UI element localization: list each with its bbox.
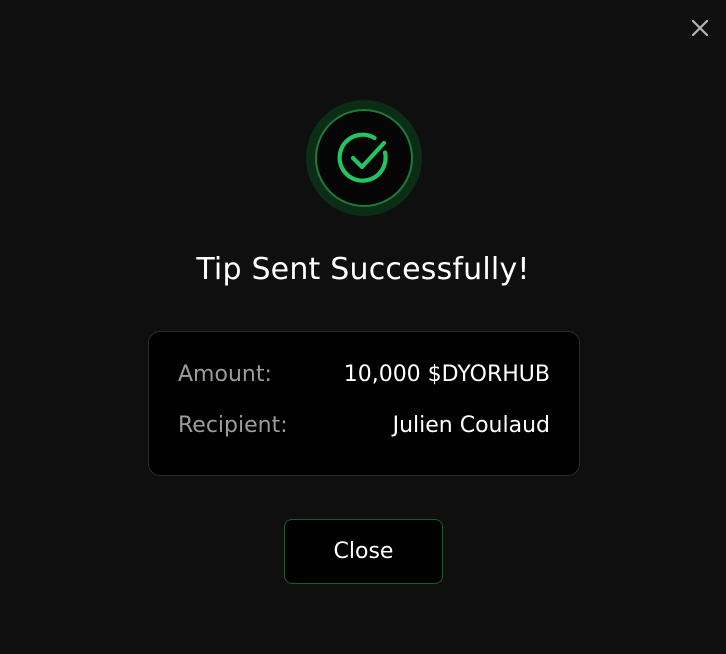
recipient-value: Julien Coulaud: [392, 413, 550, 438]
recipient-row: Recipient: Julien Coulaud: [178, 413, 550, 438]
amount-row: Amount: 10,000 $DYORHUB: [178, 362, 550, 387]
close-button[interactable]: Close: [284, 519, 443, 584]
check-circle-icon: [337, 132, 388, 183]
tip-success-dialog: Tip Sent Successfully! Amount: 10,000 $D…: [0, 0, 726, 654]
close-icon[interactable]: [688, 16, 712, 40]
recipient-label: Recipient:: [178, 413, 288, 438]
dialog-title: Tip Sent Successfully!: [196, 252, 530, 287]
amount-value: 10,000 $DYORHUB: [343, 362, 550, 387]
success-badge: [306, 100, 422, 216]
amount-label: Amount:: [178, 362, 272, 387]
success-badge-inner: [315, 109, 413, 207]
tip-details-card: Amount: 10,000 $DYORHUB Recipient: Julie…: [148, 331, 580, 476]
